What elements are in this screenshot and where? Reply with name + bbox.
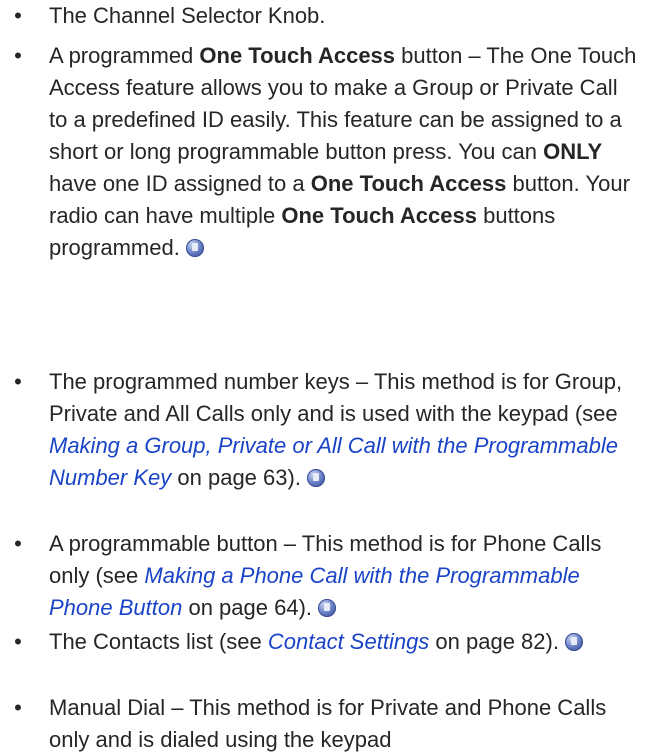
- list-item: • A programmable button – This method is …: [0, 528, 648, 624]
- item-text: have one ID assigned to a: [49, 171, 311, 196]
- bold-term: ONLY: [543, 139, 603, 164]
- bullet-marker: •: [14, 629, 22, 654]
- radio-icon: [306, 469, 325, 487]
- bullet-marker: •: [14, 43, 22, 68]
- item-text: on page 63).: [171, 465, 301, 490]
- bullet-marker: •: [14, 369, 22, 394]
- item-text: on page 64).: [182, 595, 313, 620]
- list-item: • The Channel Selector Knob.: [0, 0, 648, 32]
- item-text: Manual Dial – This method is for Private…: [49, 695, 607, 752]
- cross-reference-link[interactable]: Making a Group, Private or All Call with…: [49, 433, 618, 490]
- bold-term: One Touch Access: [199, 43, 396, 68]
- bullet-marker: •: [14, 695, 22, 720]
- cross-reference-link[interactable]: Contact Settings: [268, 629, 429, 654]
- bold-term: One Touch Access: [281, 203, 477, 228]
- list-item: • A programmed One Touch Access button – …: [0, 40, 648, 264]
- bold-term: One Touch Access: [310, 171, 507, 196]
- list-item: • The programmed number keys – This metho…: [0, 366, 648, 494]
- item-text: The Channel Selector Knob.: [49, 3, 326, 28]
- item-text: A programmed: [49, 43, 200, 68]
- radio-icon: [318, 599, 337, 617]
- item-text: The programmed number keys – This method…: [49, 369, 623, 426]
- list-item: • The Contacts list (see Contact Settings…: [0, 626, 648, 658]
- radio-icon: [185, 239, 204, 257]
- bullet-marker: •: [14, 3, 22, 28]
- bullet-marker: •: [14, 531, 22, 556]
- item-text: on page 82).: [429, 629, 559, 654]
- item-text: The Contacts list (see: [49, 629, 268, 654]
- radio-icon: [564, 633, 583, 651]
